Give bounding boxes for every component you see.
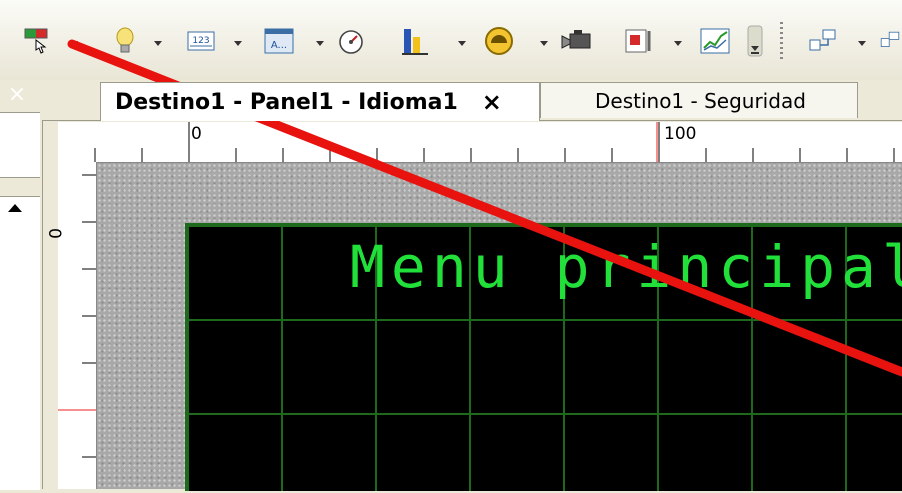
tab-seguridad[interactable]: Destino1 - Seguridad <box>540 82 858 118</box>
ruler-label-0-vertical: 0 <box>44 228 64 239</box>
numeric-display-icon[interactable]: 123 <box>184 24 218 58</box>
layout-icon[interactable] <box>806 24 840 58</box>
more-tools-icon[interactable] <box>878 24 902 58</box>
left-panel-body <box>0 196 40 490</box>
alarm-list-icon[interactable] <box>622 24 656 58</box>
left-panel-header <box>0 112 40 178</box>
bar-graph-dropdown[interactable] <box>456 38 468 48</box>
left-panel-marker-icon <box>8 204 22 212</box>
screen-select-icon[interactable] <box>20 24 54 58</box>
tab-close-icon[interactable]: × <box>482 88 502 116</box>
circle-indicator-dropdown[interactable] <box>538 38 550 48</box>
camera-icon[interactable] <box>560 24 594 58</box>
tab-label: Destino1 - Panel1 - Idioma1 <box>115 89 458 115</box>
document-tabs: Destino1 - Panel1 - Idioma1 × Destino1 -… <box>42 80 902 121</box>
ruler-label-100: 100 <box>664 124 697 144</box>
toolbar: 123 A... <box>0 0 902 81</box>
svg-text:123: 123 <box>192 36 209 46</box>
circle-indicator-icon[interactable] <box>482 24 516 58</box>
panel-title[interactable]: Menu principal <box>350 233 902 301</box>
trend-chart-icon[interactable] <box>698 24 732 58</box>
lightbulb-dropdown[interactable] <box>152 38 164 48</box>
toolbar-overflow-icon[interactable] <box>744 24 766 58</box>
tab-label: Destino1 - Seguridad <box>595 88 806 113</box>
alarm-list-dropdown[interactable] <box>672 38 684 48</box>
ruler-label-0: 0 <box>191 124 202 144</box>
hmi-panel-screen[interactable]: Menu principal <box>185 223 902 491</box>
text-display-icon[interactable]: A... <box>262 24 296 58</box>
svg-text:A...: A... <box>271 40 287 51</box>
numeric-display-dropdown[interactable] <box>232 38 244 48</box>
text-display-dropdown[interactable] <box>314 38 326 48</box>
screen-select-dropdown[interactable] <box>68 38 80 48</box>
toolbar-grip[interactable] <box>780 22 783 62</box>
horizontal-ruler: 0 100 <box>58 122 902 163</box>
lightbulb-icon[interactable] <box>108 24 142 58</box>
bar-graph-icon[interactable] <box>398 24 432 58</box>
layout-dropdown[interactable] <box>856 38 868 48</box>
vertical-ruler: 0 <box>44 162 97 489</box>
left-panel-close-icon[interactable]: × <box>5 82 29 108</box>
design-workspace[interactable]: Menu principal <box>97 163 902 491</box>
tab-panel1-idioma1[interactable]: Destino1 - Panel1 - Idioma1 × <box>100 82 540 121</box>
gauge-icon[interactable] <box>334 24 368 58</box>
